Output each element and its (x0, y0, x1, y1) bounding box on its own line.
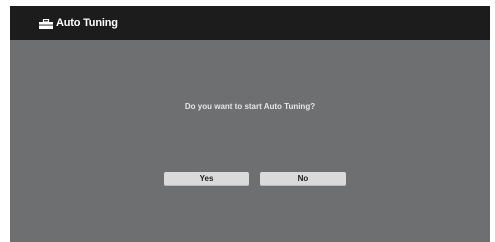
no-button[interactable]: No (260, 172, 346, 186)
title-bar: Auto Tuning (10, 6, 490, 40)
yes-button[interactable]: Yes (164, 172, 249, 186)
confirmation-message: Do you want to start Auto Tuning? (184, 102, 316, 111)
auto-tuning-dialog: Auto Tuning Do you want to start Auto Tu… (10, 6, 490, 242)
toolbox-icon (39, 19, 53, 29)
dialog-title: Auto Tuning (56, 17, 118, 29)
